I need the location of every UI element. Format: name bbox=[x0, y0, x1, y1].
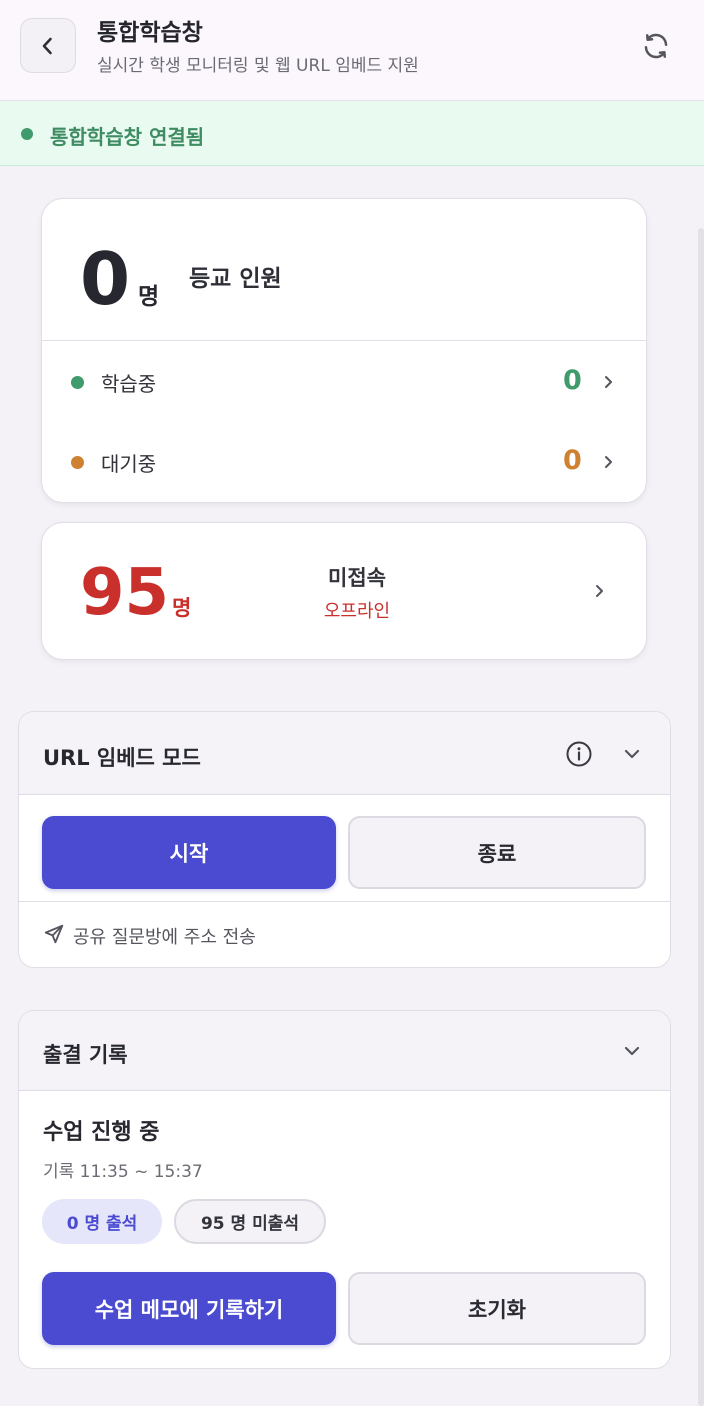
offline-sublabel: 오프라인 bbox=[323, 601, 391, 622]
offline-card[interactable]: 95 명 미접속 오프라인 bbox=[41, 522, 647, 660]
offline-count: 95 bbox=[80, 556, 170, 630]
present-count-unit: 명 bbox=[138, 284, 160, 310]
back-button[interactable] bbox=[20, 18, 76, 73]
scrollbar[interactable] bbox=[698, 228, 704, 1406]
chevron-right-icon bbox=[605, 376, 612, 388]
attendance-summary-card: 0 명 등교 인원 학습중 0 대기중 0 bbox=[41, 198, 647, 503]
page-title: 통합학습창 bbox=[97, 20, 203, 46]
attendance-log-header[interactable]: 출결 기록 bbox=[19, 1011, 670, 1091]
chevron-down-icon[interactable] bbox=[622, 744, 642, 764]
status-dot bbox=[21, 128, 33, 140]
send-icon bbox=[44, 924, 64, 944]
embed-start-button[interactable]: 시작 bbox=[42, 816, 336, 889]
present-count: 0 bbox=[80, 237, 131, 321]
url-embed-section: URL 임베드 모드 시작 종료 공유 질문방에 주소 전송 bbox=[18, 711, 671, 968]
url-embed-header[interactable]: URL 임베드 모드 bbox=[19, 712, 670, 795]
app-header: 통합학습창 실시간 학생 모니터링 및 웹 URL 임베드 지원 bbox=[0, 0, 704, 101]
chevron-right-icon bbox=[605, 456, 612, 468]
chevron-down-icon[interactable] bbox=[622, 1041, 642, 1061]
attendance-log-section: 출결 기록 수업 진행 중 기록 11:35 ~ 15:37 0 명 출석 95… bbox=[18, 1010, 671, 1369]
class-status-title: 수업 진행 중 bbox=[43, 1120, 160, 1145]
present-label: 등교 인원 bbox=[189, 266, 282, 292]
send-address-label: 공유 질문방에 주소 전송 bbox=[73, 927, 256, 948]
refresh-button[interactable] bbox=[634, 24, 678, 68]
waiting-count: 0 bbox=[563, 445, 582, 476]
waiting-dot bbox=[71, 456, 84, 469]
embed-stop-button[interactable]: 종료 bbox=[348, 816, 646, 889]
connection-status-text: 통합학습창 연결됨 bbox=[50, 125, 205, 149]
present-pill: 0 명 출석 bbox=[42, 1199, 162, 1244]
learning-row[interactable]: 학습중 0 bbox=[42, 341, 646, 421]
section-divider bbox=[19, 901, 670, 902]
record-time-range: 기록 11:35 ~ 15:37 bbox=[43, 1162, 203, 1182]
chevron-right-icon bbox=[596, 585, 603, 597]
waiting-label: 대기중 bbox=[101, 452, 157, 476]
attendance-log-title: 출결 기록 bbox=[43, 1043, 128, 1067]
info-icon[interactable] bbox=[565, 740, 593, 768]
offline-label: 미접속 bbox=[328, 566, 386, 590]
learning-dot bbox=[71, 376, 84, 389]
connection-status-bar: 통합학습창 연결됨 bbox=[0, 101, 704, 166]
learning-count: 0 bbox=[563, 365, 582, 396]
learning-label: 학습중 bbox=[101, 372, 157, 396]
send-address-link[interactable]: 공유 질문방에 주소 전송 bbox=[43, 920, 343, 950]
page-subtitle: 실시간 학생 모니터링 및 웹 URL 임베드 지원 bbox=[97, 56, 419, 76]
refresh-icon bbox=[644, 33, 668, 59]
waiting-row[interactable]: 대기중 0 bbox=[42, 421, 646, 501]
save-memo-button[interactable]: 수업 메모에 기록하기 bbox=[42, 1272, 336, 1345]
offline-count-unit: 명 bbox=[172, 596, 192, 620]
reset-button[interactable]: 초기화 bbox=[348, 1272, 646, 1345]
chevron-left-icon bbox=[42, 37, 52, 54]
absent-pill: 95 명 미출석 bbox=[174, 1199, 326, 1244]
url-embed-title: URL 임베드 모드 bbox=[43, 746, 201, 770]
